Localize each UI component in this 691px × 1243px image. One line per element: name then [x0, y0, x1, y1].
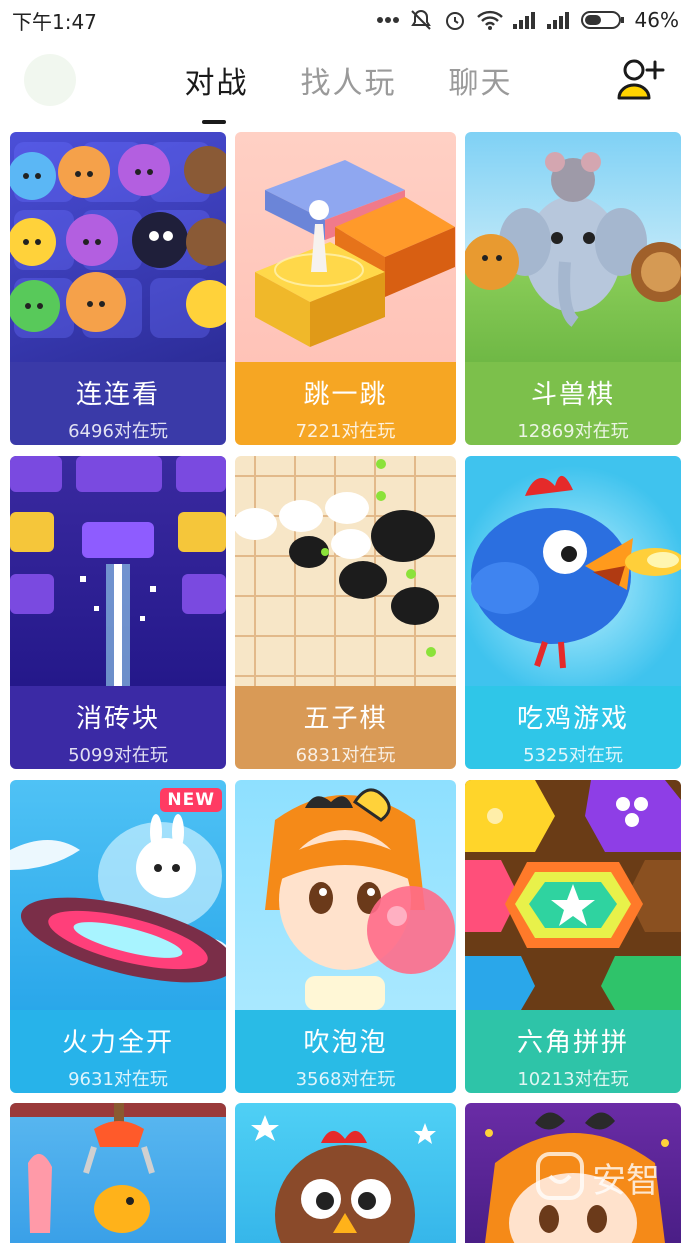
game-caption: 斗兽棋 12869对在玩 [465, 362, 681, 445]
game-caption: 跳一跳 7221对在玩 [235, 362, 456, 445]
game-name: 跳一跳 [303, 380, 388, 410]
game-name: 斗兽棋 [530, 380, 615, 410]
watermark-text: 安智 [592, 1161, 660, 1201]
wifi-icon [476, 10, 503, 30]
game-player-count: 3568对在玩 [295, 1069, 396, 1090]
game-card[interactable]: 吃鸡游戏 5325对在玩 [465, 456, 681, 769]
game-player-count: 5099对在玩 [68, 745, 168, 766]
game-card[interactable]: NEW 火力全开 9631对在玩 [10, 780, 226, 1093]
add-friend-icon[interactable] [617, 58, 665, 102]
new-badge: NEW [160, 788, 222, 812]
tab-chat[interactable]: 聊天 [443, 58, 513, 102]
game-card[interactable]: 斗兽棋 12869对在玩 [465, 132, 681, 445]
hexagon-art [465, 780, 681, 1010]
game-caption: 吃鸡游戏 5325对在玩 [465, 686, 681, 769]
game-name: 火力全开 [61, 1028, 174, 1058]
game-name: 消砖块 [75, 704, 160, 734]
game-player-count: 9631对在玩 [68, 1069, 168, 1090]
chicken-art [465, 456, 681, 686]
watermark: 安智 [534, 1146, 684, 1216]
game-name: 吹泡泡 [303, 1028, 388, 1058]
top-nav: 对战 找人玩 聊天 [0, 44, 691, 120]
game-card[interactable]: 跳一跳 7221对在玩 [235, 132, 456, 445]
battery-percent: 46% [634, 8, 679, 32]
more-dots-icon [376, 17, 399, 23]
game-caption: 吹泡泡 3568对在玩 [235, 1010, 456, 1093]
game-grid: 连连看 6496对在玩 跳一跳 7221对在玩 斗兽棋 12869对在玩 消砖块… [10, 132, 682, 1093]
gomoku-art [235, 456, 456, 686]
game-name: 五子棋 [303, 704, 388, 734]
game-caption: 五子棋 6831对在玩 [235, 686, 456, 769]
cats-match-art [10, 132, 226, 362]
bricks-art [10, 456, 226, 686]
mute-icon [410, 9, 431, 30]
game-caption: 消砖块 5099对在玩 [10, 686, 226, 769]
animals-art [465, 132, 681, 362]
game-card-partial[interactable] [235, 1103, 456, 1243]
battery-icon [580, 11, 624, 29]
game-name: 连连看 [75, 380, 160, 410]
game-name: 六角拼拼 [516, 1028, 629, 1058]
alarm-icon [445, 12, 464, 30]
watermark-logo-icon: 安智 [536, 1152, 660, 1201]
game-card[interactable]: 消砖块 5099对在玩 [10, 456, 226, 769]
game-card-partial[interactable] [10, 1103, 226, 1243]
game-card[interactable]: 连连看 6496对在玩 [10, 132, 226, 445]
tab-find-players[interactable]: 找人玩 [295, 58, 397, 102]
signal-icon-2 [546, 12, 569, 29]
game-player-count: 6831对在玩 [295, 745, 396, 766]
jump-art [235, 132, 456, 362]
status-icons: 46% [376, 8, 679, 32]
game-caption: 六角拼拼 10213对在玩 [465, 1010, 681, 1093]
game-card[interactable]: 六角拼拼 10213对在玩 [465, 780, 681, 1093]
game-player-count: 12869对在玩 [517, 421, 629, 442]
game-player-count: 6496对在玩 [68, 421, 168, 442]
game-player-count: 10213对在玩 [517, 1069, 629, 1090]
ufo-art: NEW [10, 780, 226, 1010]
game-player-count: 7221对在玩 [295, 421, 396, 442]
status-bar: 下午1:47 46% [0, 0, 691, 40]
game-caption: 连连看 6496对在玩 [10, 362, 226, 445]
game-name: 吃鸡游戏 [516, 704, 629, 734]
status-time: 下午1:47 [12, 9, 97, 34]
game-player-count: 5325对在玩 [523, 745, 623, 766]
signal-icon [512, 12, 535, 29]
game-caption: 火力全开 9631对在玩 [10, 1010, 226, 1093]
bubble-girl-art [235, 780, 456, 1010]
game-card[interactable]: 五子棋 6831对在玩 [235, 456, 456, 769]
game-card[interactable]: 吹泡泡 3568对在玩 [235, 780, 456, 1093]
tab-battle[interactable]: 对战 [179, 58, 249, 102]
tab-bar: 对战 找人玩 聊天 [0, 58, 691, 102]
